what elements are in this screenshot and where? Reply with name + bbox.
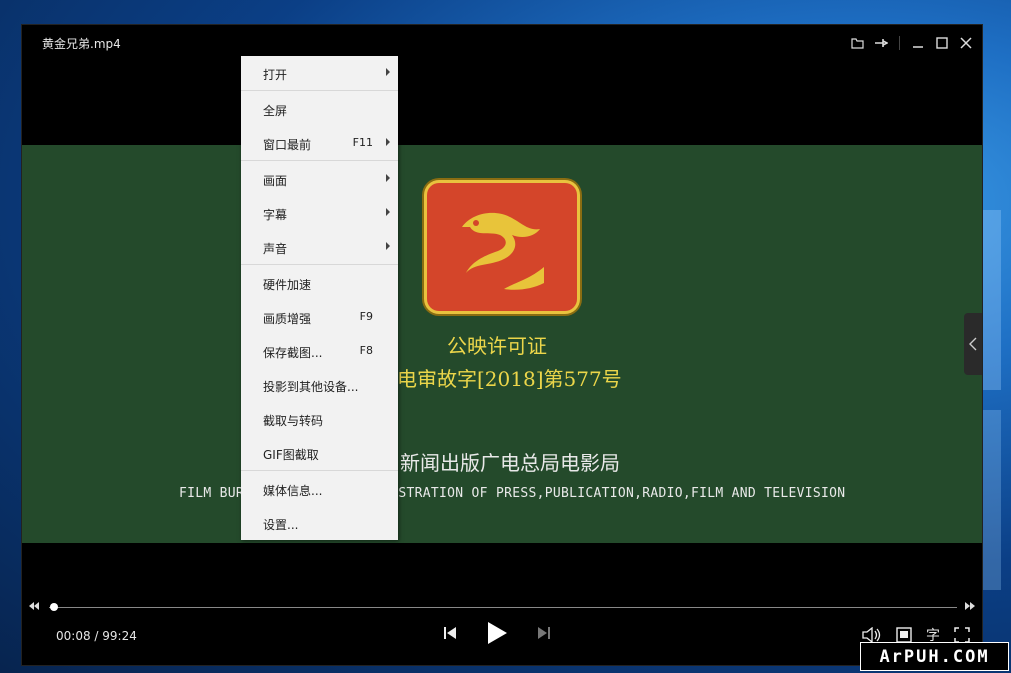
menu-divider xyxy=(241,264,398,265)
menu-label: 保存截图... xyxy=(263,346,323,360)
menu-divider xyxy=(241,160,398,161)
dragon-logo xyxy=(427,183,577,311)
title-bar-divider xyxy=(899,36,900,50)
menu-label: 设置... xyxy=(263,518,299,532)
menu-item-cast[interactable]: 投影到其他设备... xyxy=(241,370,398,400)
playback-controls xyxy=(442,621,552,645)
progress-knob[interactable] xyxy=(49,603,58,611)
minimize-icon xyxy=(913,46,923,48)
side-panel-toggle[interactable] xyxy=(964,313,982,375)
next-icon[interactable] xyxy=(536,625,552,641)
volume-icon[interactable] xyxy=(862,627,882,643)
chevron-left-icon xyxy=(969,337,977,351)
menu-item-hw-accel[interactable]: 硬件加速 xyxy=(241,268,398,298)
menu-label: 媒体信息... xyxy=(263,484,323,498)
menu-item-enhance[interactable]: 画质增强 F9 xyxy=(241,302,398,332)
menu-shortcut: F9 xyxy=(359,310,373,323)
dragon-emblem-icon xyxy=(462,212,544,290)
progress-track[interactable] xyxy=(49,607,957,608)
play-icon[interactable] xyxy=(486,621,508,645)
menu-item-audio[interactable]: 声音 xyxy=(241,232,398,262)
rewind-icon[interactable] xyxy=(28,601,40,611)
bureau-chinese: 新闻出版广电总局电影局 xyxy=(400,451,620,475)
menu-item-save-screenshot[interactable]: 保存截图... F8 xyxy=(241,336,398,366)
menu-label: 投影到其他设备... xyxy=(263,380,359,394)
fast-forward-icon[interactable] xyxy=(964,601,976,611)
menu-label: 窗口最前 xyxy=(263,138,312,152)
menu-item-picture[interactable]: 画面 xyxy=(241,164,398,194)
menu-label: 声音 xyxy=(263,242,288,256)
permit-number: 电审故字[2018]第577号 xyxy=(397,367,622,391)
menu-item-fullscreen[interactable]: 全屏 xyxy=(241,94,398,124)
menu-label: 画面 xyxy=(263,174,288,188)
minimize-button[interactable] xyxy=(906,33,930,53)
close-icon xyxy=(960,37,972,49)
submenu-arrow-icon xyxy=(386,242,390,250)
title-bar: 黄金兄弟.mp4 xyxy=(22,25,982,61)
submenu-arrow-icon xyxy=(386,208,390,216)
menu-item-gif-capture[interactable]: GIF图截取 xyxy=(241,438,398,468)
menu-label: 全屏 xyxy=(263,104,288,118)
fullscreen-icon[interactable] xyxy=(954,627,970,643)
pin-icon xyxy=(875,39,888,47)
window-title: 黄金兄弟.mp4 xyxy=(42,37,121,51)
title-bar-buttons xyxy=(845,33,978,53)
menu-shortcut: F8 xyxy=(359,344,373,357)
site-watermark: ArPUH.COM xyxy=(860,642,1009,671)
screen-mode-icon[interactable] xyxy=(896,627,912,643)
maximize-icon xyxy=(936,37,948,49)
previous-icon[interactable] xyxy=(442,625,458,641)
permit-title: 公映许可证 xyxy=(447,334,547,358)
menu-label: GIF图截取 xyxy=(263,448,319,462)
menu-shortcut: F11 xyxy=(352,136,373,149)
menu-label: 画质增强 xyxy=(263,312,312,326)
menu-item-media-info[interactable]: 媒体信息... xyxy=(241,474,398,504)
menu-item-always-on-top[interactable]: 窗口最前 F11 xyxy=(241,128,398,158)
close-button[interactable] xyxy=(954,33,978,53)
menu-item-open[interactable]: 打开 xyxy=(241,58,398,88)
menu-divider xyxy=(241,470,398,471)
menu-label: 硬件加速 xyxy=(263,278,312,292)
menu-item-subtitles[interactable]: 字幕 xyxy=(241,198,398,228)
video-frame[interactable]: 公映许可证 电审故字[2018]第577号 新闻出版广电总局电影局 FILM B… xyxy=(22,145,982,543)
open-folder-button[interactable] xyxy=(845,33,869,53)
menu-item-settings[interactable]: 设置... xyxy=(241,508,398,538)
menu-label: 打开 xyxy=(263,68,288,82)
progress-row xyxy=(22,599,982,615)
menu-label: 截取与转码 xyxy=(263,414,324,428)
submenu-arrow-icon xyxy=(386,174,390,182)
menu-item-clip-convert[interactable]: 截取与转码 xyxy=(241,404,398,434)
time-display: 00:08 / 99:24 xyxy=(56,629,137,643)
submenu-arrow-icon xyxy=(386,68,390,76)
folder-icon xyxy=(850,37,864,49)
player-window: 黄金兄弟.mp4 公映许可证 电审故字[2018]第577号 新闻出版广电总局电… xyxy=(22,25,982,665)
menu-label: 字幕 xyxy=(263,208,288,222)
context-menu: 打开 全屏 窗口最前 F11 画面 字幕 声音 硬件加速 画质增强 F9 保存截… xyxy=(241,56,398,540)
pin-on-top-button[interactable] xyxy=(869,33,893,53)
maximize-button[interactable] xyxy=(930,33,954,53)
menu-divider xyxy=(241,90,398,91)
submenu-arrow-icon xyxy=(386,138,390,146)
